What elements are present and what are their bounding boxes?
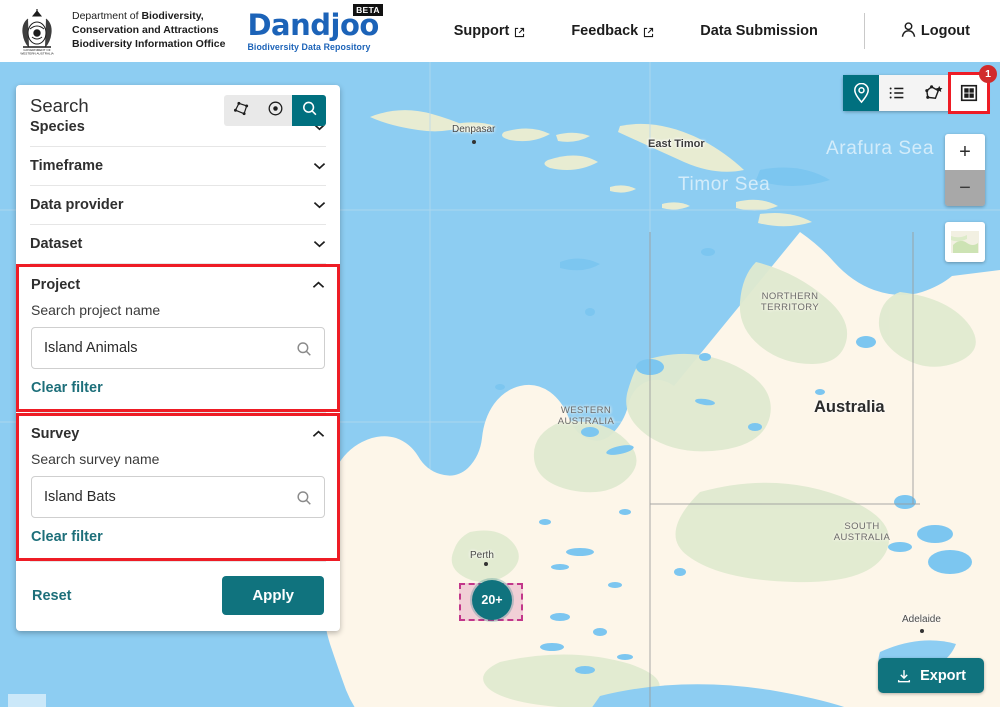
filter-group-survey-header[interactable]: Survey [31,426,325,442]
nav-feedback-label: Feedback [571,23,639,39]
filter-row-data-provider[interactable]: Data provider [30,186,326,225]
list-icon [887,83,907,103]
chevron-up-icon [312,430,325,438]
search-mode-toolbar [224,95,326,126]
department-name: Department of Biodiversity, Conservation… [72,10,225,52]
cluster-marker[interactable]: 20+ [472,580,512,620]
search-icon[interactable] [295,489,313,512]
polygon-draw-icon [232,99,251,123]
layers-shape-icon [923,83,944,104]
search-panel-header: Search [16,85,340,126]
map-attribution [8,694,46,707]
panel-title: Search [30,95,89,116]
logout-label: Logout [920,23,970,39]
grid-view-button[interactable]: 1 [948,65,997,114]
filter-group-survey: Survey Search survey name Clear filter [16,413,340,561]
grid-view-badge: 1 [979,65,997,83]
crest-caption-line2: WESTERN AUSTRALIA [20,51,54,55]
search-panel: Search Species Timeframe Data provider D… [16,85,340,631]
polygon-draw-button[interactable] [224,95,258,126]
wa-government-crest-icon: GOVERNMENT OF WESTERN AUSTRALIA [10,7,64,55]
dept-line2: Conservation and Attractions [72,24,219,37]
export-label: Export [920,667,966,684]
map-view-button[interactable] [843,75,879,111]
spatial-layers-button[interactable] [915,75,951,111]
export-button[interactable]: Export [878,658,984,693]
filter-group-survey-label: Survey [31,426,80,442]
dandjoo-logo[interactable]: Dandjoo BETA Biodiversity Data Repositor… [247,3,383,52]
survey-field-label: Search survey name [31,451,160,467]
logout-button[interactable]: Logout [899,20,970,43]
zoom-out-button[interactable]: − [945,170,985,206]
search-icon[interactable] [295,340,313,363]
download-icon [896,668,912,684]
list-view-button[interactable] [879,75,915,111]
dandjoo-map-search-page: GOVERNMENT OF WESTERN AUSTRALIA Departme… [0,0,1000,707]
city-dot-perth [484,562,488,566]
basemap-toggle-button[interactable] [945,222,985,262]
filter-group-project-label: Project [31,277,81,293]
dandjoo-tagline: Biodiversity Data Repository [247,41,371,52]
filter-row-timeframe[interactable]: Timeframe [30,147,326,186]
zoom-in-button[interactable]: + [945,134,985,170]
chevron-down-icon [313,240,326,248]
basemap-thumbnail-icon [951,231,979,253]
dept-line3: Biodiversity Information Office [72,37,226,50]
project-field-label: Search project name [31,302,161,318]
apply-button[interactable]: Apply [222,576,324,615]
text-search-button[interactable] [292,95,326,126]
filter-row-dataset[interactable]: Dataset [30,225,326,264]
filter-group-project: Project Search project name Clear filter [16,264,340,412]
site-header: GOVERNMENT OF WESTERN AUSTRALIA Departme… [0,0,1000,62]
beta-badge: BETA [353,3,383,16]
map-zoom-controls: + − [945,134,985,206]
survey-clear-filter-link[interactable]: Clear filter [31,529,103,545]
filter-row-species-label: Species [30,119,85,135]
filter-row-data-provider-label: Data provider [30,197,124,213]
survey-search-input[interactable] [44,489,312,505]
chevron-down-icon [313,201,326,209]
grid-table-icon [959,83,979,103]
search-icon [300,99,319,123]
nav-feedback[interactable]: Feedback [571,17,654,45]
filter-row-dataset-label: Dataset [30,236,83,252]
survey-search-field[interactable] [31,476,325,518]
city-dot-denpasar [472,140,476,144]
search-panel-footer: Reset Apply [16,562,340,631]
project-search-input[interactable] [44,340,312,356]
nav-support-label: Support [453,23,510,39]
city-dot-adelaide [920,629,924,633]
map-view-toolbar: 1 [843,65,997,114]
filter-group-project-header[interactable]: Project [31,277,325,293]
user-icon [899,20,918,43]
map-pin-icon [851,82,872,104]
project-search-field[interactable] [31,327,325,369]
circle-draw-icon [266,99,285,123]
filter-row-timeframe-label: Timeframe [30,158,104,174]
chevron-down-icon [313,162,326,170]
nav-data-submission-label: Data Submission [700,23,818,39]
dept-line1-bold: Biodiversity, [141,10,204,23]
collapsed-filter-list: Species Timeframe Data provider Dataset [16,119,340,264]
external-link-icon [643,26,654,37]
chevron-up-icon [312,281,325,289]
header-nav: Support Feedback Data Submission Logout [454,13,1000,49]
nav-data-submission[interactable]: Data Submission [700,17,818,45]
circle-draw-button[interactable] [258,95,292,126]
reset-button[interactable]: Reset [32,588,72,604]
nav-support[interactable]: Support [454,17,526,45]
brand-block: GOVERNMENT OF WESTERN AUSTRALIA Departme… [0,3,383,55]
project-clear-filter-link[interactable]: Clear filter [31,380,103,396]
nav-divider [863,13,865,49]
dept-line1-prefix: Department of [72,10,142,23]
external-link-icon [514,26,525,37]
